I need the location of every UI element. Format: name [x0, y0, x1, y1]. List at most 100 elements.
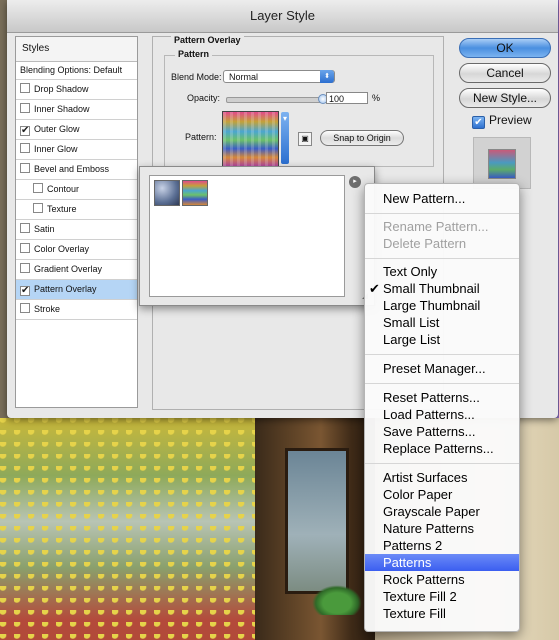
menu-item-load-patterns[interactable]: Load Patterns...	[365, 406, 519, 423]
styles-list: Styles Blending Options: Default Drop Sh…	[15, 36, 138, 408]
menu-item-large-thumbnail[interactable]: Large Thumbnail	[365, 297, 519, 314]
select-arrows-icon: ⬍	[320, 70, 334, 83]
ok-button[interactable]: OK	[459, 38, 551, 58]
menu-item-small-list[interactable]: Small List	[365, 314, 519, 331]
pattern-grid	[149, 175, 345, 297]
menu-item-texture-fill[interactable]: Texture Fill	[365, 605, 519, 622]
menu-item-reset-patterns[interactable]: Reset Patterns...	[365, 389, 519, 406]
menu-item-large-list[interactable]: Large List	[365, 331, 519, 348]
pattern-group: Pattern Blend Mode: Normal ⬍ Opacity: 10…	[164, 49, 434, 167]
checkbox[interactable]	[33, 183, 43, 193]
cancel-button[interactable]: Cancel	[459, 63, 551, 83]
checkbox[interactable]	[20, 103, 30, 113]
menu-item-patterns[interactable]: Patterns	[365, 554, 519, 571]
style-item-pattern-overlay[interactable]: ✔ Pattern Overlay	[16, 280, 137, 300]
snap-to-origin-button[interactable]: Snap to Origin	[320, 130, 404, 146]
menu-item-save-patterns[interactable]: Save Patterns...	[365, 423, 519, 440]
menu-item-preset-manager[interactable]: Preset Manager...	[365, 360, 519, 377]
checkbox[interactable]	[20, 243, 30, 253]
picker-menu-arrow-icon[interactable]: ▸	[349, 176, 361, 188]
menu-item-patterns-2[interactable]: Patterns 2	[365, 537, 519, 554]
check-icon: ✔	[369, 281, 380, 296]
checkbox[interactable]	[20, 303, 30, 313]
checkbox[interactable]	[20, 83, 30, 93]
menu-item-rename-pattern: Rename Pattern...	[383, 219, 489, 234]
style-label: Bevel and Emboss	[34, 164, 110, 174]
style-label: Color Overlay	[34, 244, 90, 254]
style-label: Stroke	[34, 304, 61, 314]
opacity-unit: %	[372, 93, 381, 103]
style-label: Drop Shadow	[34, 84, 89, 94]
style-item-inner-glow[interactable]: Inner Glow	[16, 140, 137, 160]
new-style-button[interactable]: New Style...	[459, 88, 551, 108]
checkbox[interactable]	[20, 143, 30, 153]
blending-options-item[interactable]: Blending Options: Default	[16, 62, 137, 80]
menu-separator	[365, 213, 519, 214]
checkbox[interactable]	[20, 263, 30, 273]
menu-item-text-only[interactable]: Text Only	[365, 263, 519, 280]
style-item-stroke[interactable]: Stroke	[16, 300, 137, 320]
background-leaf	[312, 585, 362, 615]
style-label: Contour	[47, 184, 80, 194]
style-label: Satin	[34, 224, 55, 234]
style-item-inner-shadow[interactable]: Inner Shadow	[16, 100, 137, 120]
section-title: Pattern Overlay	[171, 35, 244, 45]
style-item-satin[interactable]: Satin	[16, 220, 137, 240]
style-item-outer-glow[interactable]: ✔ Outer Glow	[16, 120, 137, 140]
menu-separator	[365, 354, 519, 355]
pattern-thumb-bubbles[interactable]	[154, 180, 180, 206]
menu-item-grayscale-paper[interactable]: Grayscale Paper	[365, 503, 519, 520]
background-flowers	[0, 418, 270, 640]
style-label: Pattern Overlay	[34, 284, 97, 294]
pattern-label: Pattern:	[185, 132, 217, 142]
style-item-gradient-overlay[interactable]: Gradient Overlay	[16, 260, 137, 280]
style-label: Outer Glow	[34, 124, 80, 134]
menu-item-nature-patterns[interactable]: Nature Patterns	[365, 520, 519, 537]
blend-mode-label: Blend Mode:	[171, 72, 222, 82]
checkbox[interactable]	[33, 203, 43, 213]
checkbox[interactable]	[20, 223, 30, 233]
checkbox-checked[interactable]: ✔	[20, 126, 30, 136]
check-icon: ✔	[472, 116, 485, 129]
checkbox[interactable]	[20, 163, 30, 173]
menu-item-label: Small Thumbnail	[383, 281, 480, 296]
menu-item-new-pattern[interactable]: New Pattern...	[365, 190, 519, 207]
opacity-slider[interactable]	[226, 97, 324, 103]
styles-header[interactable]: Styles	[16, 37, 137, 62]
style-item-color-overlay[interactable]: Color Overlay	[16, 240, 137, 260]
style-item-bevel-emboss[interactable]: Bevel and Emboss	[16, 160, 137, 180]
pattern-picker-arrow-icon[interactable]: ▾	[281, 112, 289, 164]
pattern-swatch[interactable]	[222, 111, 279, 167]
group-title: Pattern	[175, 49, 213, 59]
menu-item-replace-patterns[interactable]: Replace Patterns...	[365, 440, 519, 457]
style-preview	[473, 137, 531, 189]
menu-item-artist-surfaces[interactable]: Artist Surfaces	[365, 469, 519, 486]
menu-separator	[365, 463, 519, 464]
style-item-contour[interactable]: Contour	[16, 180, 137, 200]
preview-label: Preview	[489, 113, 532, 127]
door-glass	[285, 448, 349, 594]
pattern-context-menu: New Pattern... Rename Pattern... Delete …	[364, 183, 520, 632]
menu-item-delete-pattern: Delete Pattern	[383, 236, 467, 251]
menu-item-small-thumbnail[interactable]: ✔ Small Thumbnail	[365, 280, 519, 297]
style-item-texture[interactable]: Texture	[16, 200, 137, 220]
checkbox-checked[interactable]: ✔	[20, 286, 30, 296]
menu-separator	[365, 258, 519, 259]
window-title: Layer Style	[7, 0, 558, 33]
pattern-picker-popup: ▸ ◢	[139, 166, 375, 306]
menu-separator	[365, 383, 519, 384]
style-label: Inner Shadow	[34, 104, 90, 114]
style-item-drop-shadow[interactable]: Drop Shadow	[16, 80, 137, 100]
menu-item-rock-patterns[interactable]: Rock Patterns	[365, 571, 519, 588]
opacity-input[interactable]: 100	[326, 92, 368, 104]
style-label: Texture	[47, 204, 77, 214]
menu-item-texture-fill-2[interactable]: Texture Fill 2	[365, 588, 519, 605]
blend-mode-select[interactable]: Normal ⬍	[223, 70, 335, 83]
preview-swatch	[488, 149, 516, 179]
menu-item-color-paper[interactable]: Color Paper	[365, 486, 519, 503]
new-preset-icon[interactable]: ▣	[298, 132, 312, 146]
style-label: Gradient Overlay	[34, 264, 103, 274]
style-label: Inner Glow	[34, 144, 78, 154]
preview-checkbox[interactable]: ✔ Preview	[472, 113, 532, 129]
pattern-thumb-rainbow[interactable]	[182, 180, 208, 206]
